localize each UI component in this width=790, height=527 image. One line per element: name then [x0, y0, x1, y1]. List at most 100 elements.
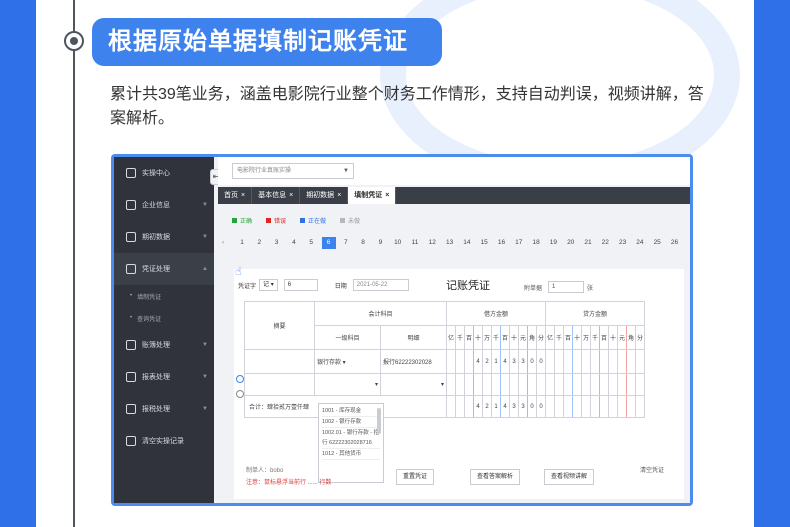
amount-digit-cell[interactable]: [563, 373, 573, 396]
dropdown-option[interactable]: 1002 - 银行存款: [322, 417, 380, 428]
sidebar-item-reports[interactable]: 报表处理 ▼: [114, 361, 214, 393]
amount-digit-cell[interactable]: [563, 349, 573, 374]
amount-digit-cell[interactable]: [608, 349, 618, 374]
view-answer-button[interactable]: 查看答案解析: [470, 469, 521, 485]
page-button[interactable]: 24: [633, 237, 647, 249]
amount-digit-cell[interactable]: [581, 349, 591, 374]
remove-row-icon[interactable]: [236, 390, 244, 398]
page-button[interactable]: 14: [460, 237, 474, 249]
amount-digit-cell[interactable]: 4: [473, 349, 483, 374]
dropdown-option[interactable]: 1002.01 - 银行存款 - 招行 62222302028716: [322, 428, 380, 449]
amount-digit-cell[interactable]: [545, 373, 555, 396]
amount-digit-cell[interactable]: [572, 349, 582, 374]
tab-home[interactable]: 首页 ×: [218, 187, 253, 204]
dropdown-option[interactable]: 1012 - 其他货币: [322, 449, 380, 460]
amount-digit-cell[interactable]: [536, 373, 546, 396]
chevron-left-icon[interactable]: ‹: [222, 239, 224, 246]
page-button[interactable]: 6: [321, 237, 336, 249]
page-button[interactable]: 5: [304, 237, 318, 249]
amount-digit-cell[interactable]: [617, 373, 627, 396]
page-button[interactable]: 18: [529, 237, 543, 249]
reset-voucher-button[interactable]: 重置凭证: [396, 469, 435, 485]
amount-digit-cell[interactable]: 0: [536, 349, 546, 374]
close-icon[interactable]: ×: [241, 187, 245, 204]
amount-digit-cell[interactable]: [554, 349, 564, 374]
amount-digit-cell[interactable]: [500, 373, 510, 396]
detail-cell[interactable]: 报行62222302028: [380, 349, 447, 374]
amount-digit-cell[interactable]: [626, 349, 636, 374]
view-video-button[interactable]: 查看视频讲解: [544, 469, 595, 485]
amount-digit-cell[interactable]: [455, 349, 465, 374]
page-button[interactable]: 8: [356, 237, 370, 249]
amount-digit-cell[interactable]: [482, 373, 492, 396]
sidebar-item-voucher[interactable]: 凭证处理 ▲: [114, 253, 214, 285]
amount-digit-cell[interactable]: 3: [518, 349, 528, 374]
amount-digit-cell[interactable]: [491, 373, 501, 396]
amount-digit-cell[interactable]: [635, 349, 645, 374]
page-button[interactable]: 2: [252, 237, 266, 249]
amount-digit-cell[interactable]: 1: [491, 349, 501, 374]
amount-digit-cell[interactable]: [617, 349, 627, 374]
amount-digit-cell[interactable]: 3: [509, 349, 519, 374]
first-account-cell[interactable]: 银行存款 ▾: [314, 349, 381, 374]
page-button[interactable]: 19: [546, 237, 560, 249]
summary-cell[interactable]: [244, 373, 315, 396]
amount-digit-cell[interactable]: [455, 373, 465, 396]
amount-digit-cell[interactable]: [626, 373, 636, 396]
close-icon[interactable]: ×: [289, 187, 293, 204]
dropdown-option[interactable]: 1001 - 库存现金: [322, 406, 380, 417]
tab-opening-data[interactable]: 期初数据 ×: [300, 187, 349, 204]
close-icon[interactable]: ×: [337, 187, 341, 204]
amount-digit-cell[interactable]: [464, 349, 474, 374]
amount-digit-cell[interactable]: 2: [482, 349, 492, 374]
detail-cell[interactable]: ▾: [380, 373, 447, 396]
page-button[interactable]: 21: [581, 237, 595, 249]
company-select[interactable]: 电影院行业真账实操 ▼: [232, 163, 354, 179]
amount-digit-cell[interactable]: [545, 349, 555, 374]
entry-row[interactable]: 银行存款 ▾ 报行62222302028 42143300: [244, 349, 645, 374]
sidebar-item-clear-records[interactable]: 清空实操记录: [114, 425, 214, 457]
account-dropdown[interactable]: 1001 - 库存现金 1002 - 银行存款 1002.01 - 银行存款 - 招…: [318, 403, 384, 483]
amount-digit-cell[interactable]: [527, 373, 537, 396]
sidebar-item-opening-data[interactable]: 期初数据 ▼: [114, 221, 214, 253]
page-button[interactable]: 25: [650, 237, 664, 249]
sidebar-item-tax[interactable]: 报税处理 ▼: [114, 393, 214, 425]
amount-digit-cell[interactable]: [518, 373, 528, 396]
sidebar-item-company-info[interactable]: 企业信息 ▼: [114, 189, 214, 221]
first-account-cell[interactable]: ▾: [314, 373, 381, 396]
page-button[interactable]: 17: [512, 237, 526, 249]
voucher-type-select[interactable]: 记 ▾: [259, 279, 278, 291]
sidebar-subitem-query-voucher[interactable]: 查询凭证: [114, 307, 214, 329]
page-button[interactable]: 12: [425, 237, 439, 249]
amount-digit-cell[interactable]: 0: [527, 349, 537, 374]
amount-digit-cell[interactable]: [572, 373, 582, 396]
amount-digit-cell[interactable]: [464, 373, 474, 396]
voucher-number-input[interactable]: 6: [283, 279, 318, 291]
page-button[interactable]: 11: [408, 237, 422, 249]
page-button[interactable]: 10: [391, 237, 405, 249]
attach-input[interactable]: 1: [548, 281, 585, 293]
summary-cell[interactable]: [244, 349, 315, 374]
page-button[interactable]: 7: [339, 237, 353, 249]
amount-digit-cell[interactable]: [599, 373, 609, 396]
page-button[interactable]: 1: [235, 237, 249, 249]
page-button[interactable]: 16: [495, 237, 509, 249]
page-button[interactable]: 13: [443, 237, 457, 249]
amount-digit-cell[interactable]: [554, 373, 564, 396]
page-button[interactable]: 23: [616, 237, 630, 249]
page-button[interactable]: 9: [373, 237, 387, 249]
sidebar-item-ledger[interactable]: 账簿处理 ▼: [114, 329, 214, 361]
close-icon[interactable]: ×: [385, 187, 389, 204]
sidebar-subitem-fill-voucher[interactable]: 填制凭证: [114, 285, 214, 307]
amount-digit-cell[interactable]: [590, 373, 600, 396]
page-button[interactable]: 15: [477, 237, 491, 249]
date-input[interactable]: 2021-05-22: [352, 279, 409, 291]
entry-row[interactable]: ▾ ▾: [244, 373, 645, 396]
amount-digit-cell[interactable]: [509, 373, 519, 396]
amount-digit-cell[interactable]: [473, 373, 483, 396]
page-button[interactable]: 20: [564, 237, 578, 249]
amount-digit-cell[interactable]: [635, 373, 645, 396]
page-button[interactable]: 22: [598, 237, 612, 249]
clear-voucher-link[interactable]: 清空凭证: [640, 465, 664, 474]
page-button[interactable]: 3: [270, 237, 284, 249]
